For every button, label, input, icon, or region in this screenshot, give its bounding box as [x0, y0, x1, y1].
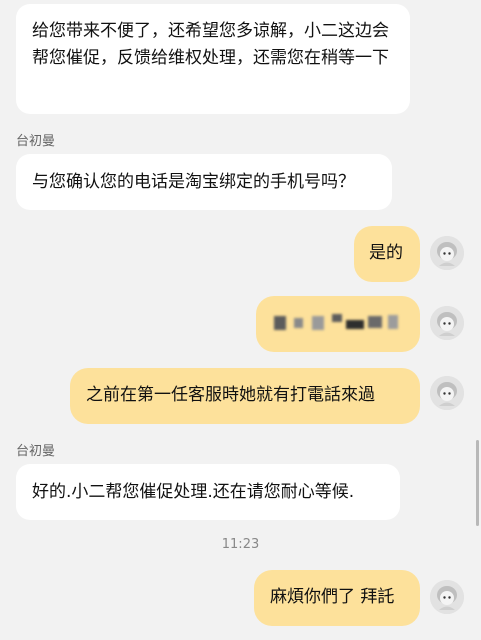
message-bubble-agent: 给您带来不便了，还希望您多谅解，小二这边会帮您催促，反馈给维权处理，还需您在稍等… — [16, 4, 410, 114]
anime-avatar-icon — [430, 376, 464, 410]
message-text: 麻煩你們了 拜託 — [270, 587, 395, 607]
message-text: 是的 — [369, 243, 403, 263]
message-text: 之前在第一任客服時她就有打電話來過 — [86, 385, 375, 405]
blurred-content — [332, 314, 342, 322]
message-text: 给您带来不便了，还希望您多谅解，小二这边会帮您催促，反馈给维权处理，还需您在稍等… — [32, 21, 389, 68]
blurred-content — [312, 316, 324, 330]
user-avatar[interactable] — [430, 306, 464, 340]
message-bubble-user: 是的 — [354, 226, 420, 282]
message-bubble-agent: 好的.小二帮您催促处理.还在请您耐心等候. — [16, 464, 400, 520]
anime-avatar-icon — [430, 236, 464, 270]
blurred-content — [274, 316, 286, 330]
anime-avatar-icon — [430, 306, 464, 340]
message-bubble-user-blurred — [256, 296, 420, 352]
timestamp: 11:23 — [221, 537, 260, 552]
sender-name: 台初曼 — [16, 134, 56, 149]
blurred-content — [388, 315, 398, 329]
blurred-content — [346, 320, 364, 329]
blurred-content — [294, 318, 303, 328]
anime-avatar-icon — [430, 580, 464, 614]
message-text: 与您确认您的电话是淘宝绑定的手机号吗？ — [32, 172, 355, 192]
user-avatar[interactable] — [430, 376, 464, 410]
message-text: 好的.小二帮您催促处理.还在请您耐心等候. — [32, 482, 355, 502]
user-avatar[interactable] — [430, 236, 464, 270]
blurred-content — [368, 316, 382, 328]
scrollbar[interactable] — [476, 440, 479, 526]
message-bubble-user: 之前在第一任客服時她就有打電話來過 — [70, 368, 420, 424]
message-bubble-agent: 与您确认您的电话是淘宝绑定的手机号吗？ — [16, 154, 392, 210]
sender-name: 台初曼 — [16, 444, 56, 459]
message-bubble-user: 麻煩你們了 拜託 — [254, 570, 420, 626]
user-avatar[interactable] — [430, 580, 464, 614]
